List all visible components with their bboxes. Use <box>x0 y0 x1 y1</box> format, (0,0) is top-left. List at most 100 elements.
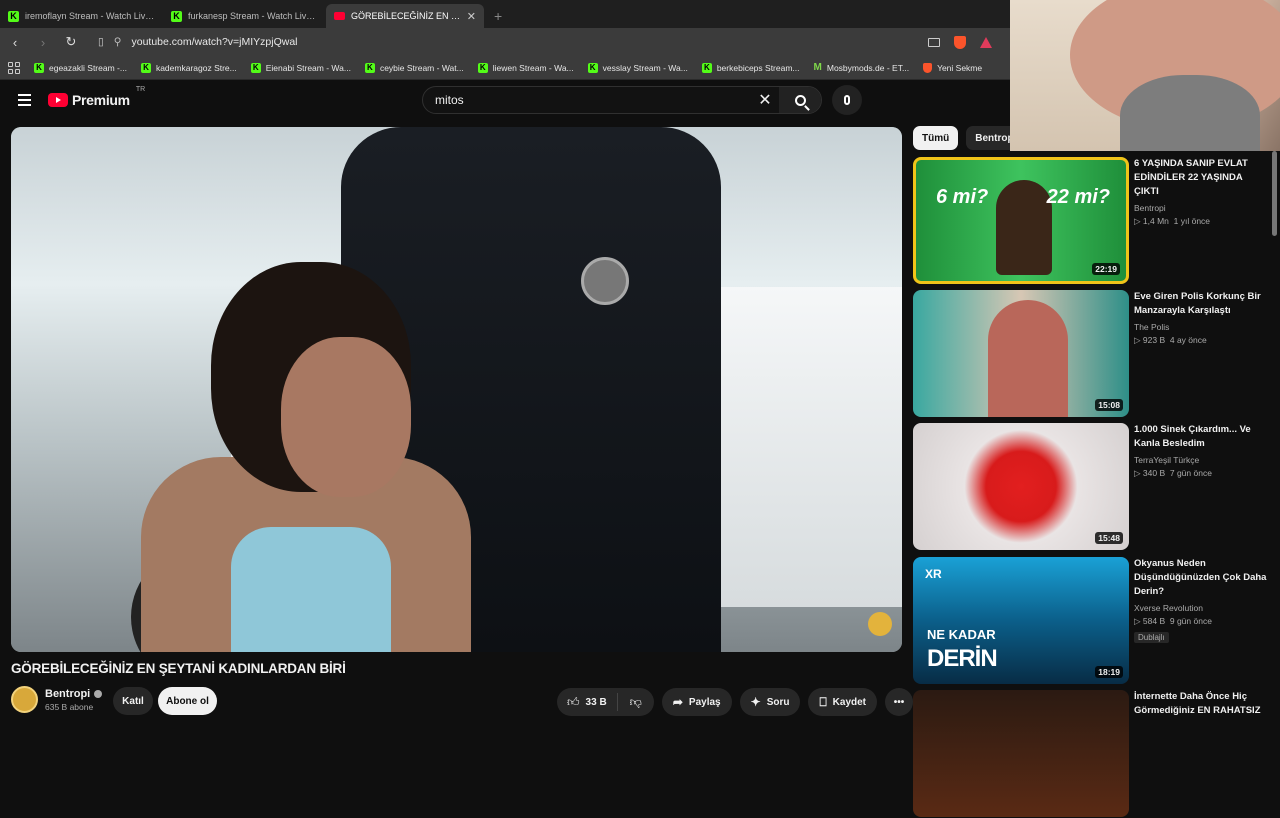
kick-icon: K <box>140 62 151 73</box>
kick-icon: K <box>34 62 44 73</box>
bookmark-item[interactable]: Kegeazakli Stream -... <box>34 62 127 73</box>
kick-icon: K <box>477 62 488 73</box>
url-field[interactable]: ▯ ⚲ youtube.com/watch?v=jMIYzpjQwal <box>90 31 918 53</box>
recommendation-stats: ▷ 340 B 7 gün önce <box>1134 468 1212 478</box>
recommendation-channel[interactable]: Bentropi <box>1134 203 1269 213</box>
bookmark-icon[interactable]: ▯ <box>98 36 104 48</box>
youtube-play-icon <box>48 93 68 107</box>
bookmark-save-icon: ⎕ <box>819 694 827 709</box>
video-thumbnail[interactable] <box>913 690 1129 817</box>
url-text: youtube.com/watch?v=jMIYzpjQwal <box>131 36 298 48</box>
video-thumbnail[interactable]: 6 mi? 22 mi? 22:19 <box>913 157 1129 284</box>
bookmark-item[interactable]: Kliewen Stream - Wa... <box>477 62 574 73</box>
hamburger-menu-icon[interactable] <box>18 94 31 106</box>
join-button[interactable]: Katıl <box>113 687 153 715</box>
video-thumbnail[interactable]: XR NE KADAR DERİN 18:19 <box>913 557 1129 684</box>
browser-tab-bar: K iremoflayn Stream - Watch Live on Kick… <box>0 0 1010 28</box>
video-thumbnail[interactable]: 15:08 <box>913 290 1129 417</box>
subscriber-count: 635 B abone <box>45 701 94 712</box>
recommendation-item[interactable]: XR NE KADAR DERİN 18:19 Okyanus Neden Dü… <box>913 557 1273 685</box>
police-badge <box>581 257 629 305</box>
recommendation-stats: ▷ 584 B 9 gün önce <box>1134 616 1212 626</box>
youtube-icon <box>334 12 345 20</box>
recommendation-item[interactable]: 15:48 1.000 Sinek Çıkardım... Ve Kanla B… <box>913 423 1273 551</box>
subscribe-button[interactable]: Abone ol <box>158 687 217 715</box>
recommendation-title[interactable]: Eve Giren Polis Korkunç Bir Manzarayla K… <box>1134 290 1269 318</box>
browser-tab-active[interactable]: GÖREBİLECEĞİNİZ EN ŞEYTANİ ✕ <box>326 4 484 28</box>
mosbymods-icon: M <box>813 62 822 73</box>
recommendation-title[interactable]: İnternette Daha Önce Hiç Görmediğiniz EN… <box>1134 690 1269 718</box>
more-actions-button[interactable]: ••• <box>885 688 914 716</box>
clear-search-icon[interactable]: ✕ <box>751 90 779 110</box>
like-button[interactable]: 👍︎ 33 B <box>557 693 618 711</box>
close-tab-icon[interactable]: ✕ <box>467 10 476 23</box>
new-tab-icon[interactable]: + <box>484 8 512 28</box>
cast-icon[interactable] <box>928 37 940 47</box>
duration-badge: 15:08 <box>1095 399 1123 411</box>
webcam-overlay <box>1010 0 1280 151</box>
browser-tab-1[interactable]: K iremoflayn Stream - Watch Live on Kick <box>0 4 163 28</box>
dislike-button[interactable]: 👎︎ <box>618 693 654 711</box>
browser-tab-2[interactable]: K furkanesp Stream - Watch Live on Kick <box>163 4 326 28</box>
bookmark-item[interactable]: Yeni Sekme <box>923 62 982 73</box>
recommendation-title[interactable]: 6 YAŞINDA SANIP EVLAT EDİNDİLER 22 YAŞIN… <box>1134 157 1269 199</box>
thumbs-up-icon: 👍︎ <box>567 694 580 709</box>
region-code: TR <box>135 86 146 93</box>
youtube-premium-logo[interactable]: Premium TR <box>48 86 145 108</box>
search-input[interactable]: mitos <box>435 93 751 107</box>
recommendation-channel[interactable]: The Polis <box>1134 322 1269 332</box>
bookmark-item[interactable]: K Eienabi Stream - Wa... <box>250 62 351 73</box>
recommendation-channel[interactable]: TerraYeşil Türkçe <box>1134 455 1269 465</box>
cat <box>1120 75 1260 151</box>
apps-icon[interactable] <box>8 61 20 74</box>
bookmark-item[interactable]: Kkademkaragoz Stre... <box>140 62 237 73</box>
duration-badge: 18:19 <box>1095 666 1123 678</box>
recommendation-title[interactable]: 1.000 Sinek Çıkardım... Ve Kanla Besledi… <box>1134 423 1269 451</box>
brave-icon <box>923 62 933 73</box>
channel-avatar[interactable] <box>11 686 38 713</box>
bookmark-item[interactable]: Kberkebiceps Stream... <box>701 62 800 73</box>
recommendation-title[interactable]: Okyanus Neden Düşündüğünüzden Çok Daha D… <box>1134 557 1269 599</box>
channel-name[interactable]: Bentropi <box>45 688 90 700</box>
search-box[interactable]: mitos ✕ <box>422 86 822 114</box>
kick-icon: K <box>171 10 182 22</box>
sparkle-icon: ✦ <box>750 695 761 709</box>
more-icon: ••• <box>893 696 905 708</box>
dubbed-badge: Dublajlı <box>1134 632 1169 643</box>
channel-watermark[interactable] <box>868 612 892 636</box>
ask-button[interactable]: ✦ Soru <box>739 688 801 716</box>
like-count: 33 B <box>585 696 607 708</box>
bookmark-item[interactable]: Kceybie Stream - Wat... <box>364 62 464 73</box>
channel-info: Bentropi 635 B abone <box>11 686 103 713</box>
thumbs-down-icon: 👎︎ <box>629 695 642 709</box>
sidebar-scrollbar[interactable] <box>1272 151 1277 236</box>
search-button[interactable] <box>779 87 821 113</box>
back-icon[interactable]: ‹ <box>6 35 24 50</box>
verified-icon <box>94 689 103 698</box>
share-button[interactable]: ➦ Paylaş <box>661 688 732 716</box>
video-thumbnail[interactable]: 15:48 <box>913 423 1129 550</box>
search-icon <box>794 94 806 106</box>
reload-icon[interactable]: ↻ <box>62 34 80 50</box>
recommendation-item[interactable]: 6 mi? 22 mi? 22:19 6 YAŞINDA SANIP EVLAT… <box>913 157 1273 285</box>
bookmark-item[interactable]: M Mosbymods.de - ET... <box>814 62 910 73</box>
site-info-icon[interactable]: ⚲ <box>114 36 122 48</box>
recommendation-item[interactable]: İnternette Daha Önce Hiç Görmediğiniz EN… <box>913 690 1273 818</box>
voice-search-button[interactable] <box>832 85 862 115</box>
kick-icon: K <box>364 62 375 73</box>
forward-icon[interactable]: › <box>34 35 52 50</box>
chip-all[interactable]: Tümü <box>913 126 959 150</box>
recommendation-stats: ▷ 923 B 4 ay önce <box>1134 335 1207 345</box>
brave-shields-icon[interactable] <box>954 35 966 49</box>
video-title: GÖREBİLECEĞİNİZ EN ŞEYTANİ KADINLARDAN B… <box>11 661 346 676</box>
tab-label: GÖREBİLECEĞİNİZ EN ŞEYTANİ <box>351 11 461 21</box>
like-dislike-group: 👍︎ 33 B 👎︎ <box>557 688 654 716</box>
video-player[interactable] <box>11 127 902 652</box>
brave-rewards-icon[interactable] <box>980 36 992 48</box>
save-button[interactable]: ⎕ Kaydet <box>808 688 878 716</box>
bookmark-item[interactable]: Kvesslay Stream - Wa... <box>587 62 688 73</box>
recommendation-channel[interactable]: Xverse Revolution <box>1134 603 1269 613</box>
recommendation-item[interactable]: 15:08 Eve Giren Polis Korkunç Bir Manzar… <box>913 290 1273 418</box>
duration-badge: 15:48 <box>1095 532 1123 544</box>
share-icon: ➦ <box>672 695 683 709</box>
